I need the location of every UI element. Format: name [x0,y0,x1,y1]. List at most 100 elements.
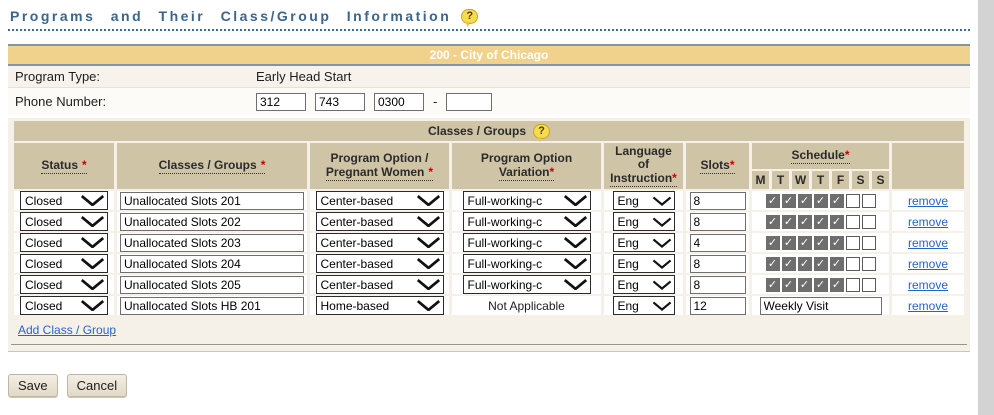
schedule-checkbox-fri[interactable]: ✓ [830,215,844,229]
schedule-checkbox-tue[interactable]: ✓ [782,236,796,250]
schedule-checkbox-sun[interactable] [862,215,876,229]
schedule-checkbox-thu[interactable]: ✓ [814,236,828,250]
program-type-value: Early Head Start [256,69,351,84]
class-group-name-input[interactable] [120,234,304,252]
schedule-checkbox-fri[interactable]: ✓ [830,278,844,292]
variation-select[interactable]: Full-working-c [463,254,591,273]
schedule-checkbox-thu[interactable]: ✓ [814,215,828,229]
help-icon[interactable]: ? [533,124,550,139]
classes-groups-section-header: Classes / Groups ? [14,121,964,141]
status-select[interactable]: Closed [20,191,108,210]
schedule-checkbox-sat[interactable] [846,236,860,250]
schedule-checkbox-tue[interactable]: ✓ [782,278,796,292]
schedule-checkbox-sat[interactable] [846,215,860,229]
phone-area-input[interactable] [256,93,306,111]
variation-select[interactable]: Full-working-c [463,212,591,231]
schedule-cell: ✓✓✓✓✓ [752,275,889,294]
column-header-variation: Program Option Variation* [452,143,601,189]
schedule-checkbox-sun[interactable] [862,257,876,271]
schedule-checkbox-mon[interactable]: ✓ [766,236,780,250]
schedule-checkbox-thu[interactable]: ✓ [814,278,828,292]
schedule-checkbox-wed[interactable]: ✓ [798,215,812,229]
remove-link[interactable]: remove [908,215,948,229]
status-select[interactable]: Closed [20,296,108,315]
schedule-checkbox-tue[interactable]: ✓ [782,257,796,271]
status-select[interactable]: Closed [20,254,108,273]
cancel-button[interactable]: Cancel [67,374,127,397]
classes-groups-section-title: Classes / Groups [428,124,526,138]
schedule-checkbox-wed[interactable]: ✓ [798,278,812,292]
slots-input[interactable] [690,213,746,231]
column-header-slots: Slots* [686,143,749,189]
program-option-select[interactable]: Center-based [316,191,444,210]
page-title: Programs and Their Class/Group Informati… [10,8,451,24]
slots-input[interactable] [690,255,746,273]
class-group-name-input[interactable] [120,213,304,231]
class-group-name-input[interactable] [120,276,304,294]
variation-select[interactable]: Full-working-c [463,275,591,294]
schedule-checkbox-fri[interactable]: ✓ [830,194,844,208]
slots-input[interactable] [690,234,746,252]
variation-select[interactable]: Full-working-c [463,191,591,210]
add-class-group-link[interactable]: Add Class / Group [18,323,116,337]
remove-link[interactable]: remove [908,236,948,250]
schedule-checkbox-sun[interactable] [862,236,876,250]
schedule-checkbox-mon[interactable]: ✓ [766,215,780,229]
language-select[interactable]: Eng [613,296,675,315]
schedule-checkbox-tue[interactable]: ✓ [782,194,796,208]
chevron-down-icon [652,301,672,311]
schedule-checkbox-mon[interactable]: ✓ [766,194,780,208]
classes-groups-section: Classes / Groups ? Status* Classes / Gro… [8,118,970,345]
status-select[interactable]: Closed [20,233,108,252]
remove-link[interactable]: remove [908,278,948,292]
language-select[interactable]: Eng [613,212,675,231]
slots-input[interactable] [690,276,746,294]
schedule-checkbox-sun[interactable] [862,194,876,208]
phone-prefix-input[interactable] [315,93,365,111]
language-select[interactable]: Eng [613,275,675,294]
schedule-checkbox-sat[interactable] [846,278,860,292]
schedule-checkbox-wed[interactable]: ✓ [798,236,812,250]
program-option-select[interactable]: Home-based [316,296,444,315]
schedule-checkbox-sat[interactable] [846,257,860,271]
column-header-schedule: Schedule* [752,143,889,169]
chevron-down-icon [416,279,441,290]
language-select[interactable]: Eng [613,254,675,273]
schedule-checkbox-fri[interactable]: ✓ [830,257,844,271]
schedule-checkbox-thu[interactable]: ✓ [814,257,828,271]
class-group-name-input[interactable] [120,297,304,315]
schedule-checkbox-thu[interactable]: ✓ [814,194,828,208]
column-header-language: Language of Instruction* [604,143,683,189]
program-option-select[interactable]: Center-based [316,212,444,231]
save-button[interactable]: Save [8,374,58,397]
language-select[interactable]: Eng [613,191,675,210]
schedule-checkbox-mon[interactable]: ✓ [766,257,780,271]
phone-line-input[interactable] [374,93,424,111]
column-header-status: Status* [14,143,114,189]
variation-select[interactable]: Full-working-c [463,233,591,252]
class-group-name-input[interactable] [120,255,304,273]
remove-link[interactable]: remove [908,299,948,313]
class-group-name-input[interactable] [120,192,304,210]
schedule-checkbox-fri[interactable]: ✓ [830,236,844,250]
remove-link[interactable]: remove [908,194,948,208]
remove-link[interactable]: remove [908,257,948,271]
program-option-select[interactable]: Center-based [316,275,444,294]
slots-input[interactable] [690,297,746,315]
status-select[interactable]: Closed [20,212,108,231]
slots-input[interactable] [690,192,746,210]
language-select[interactable]: Eng [613,233,675,252]
chevron-down-icon [80,237,105,248]
schedule-text-input[interactable] [760,297,882,315]
schedule-checkbox-wed[interactable]: ✓ [798,194,812,208]
schedule-checkbox-tue[interactable]: ✓ [782,215,796,229]
program-option-select[interactable]: Center-based [316,233,444,252]
schedule-checkbox-sun[interactable] [862,278,876,292]
phone-ext-input[interactable] [446,93,492,111]
schedule-checkbox-sat[interactable] [846,194,860,208]
program-option-select[interactable]: Center-based [316,254,444,273]
schedule-checkbox-mon[interactable]: ✓ [766,278,780,292]
schedule-checkbox-wed[interactable]: ✓ [798,257,812,271]
help-icon[interactable]: ? [461,9,478,24]
status-select[interactable]: Closed [20,275,108,294]
